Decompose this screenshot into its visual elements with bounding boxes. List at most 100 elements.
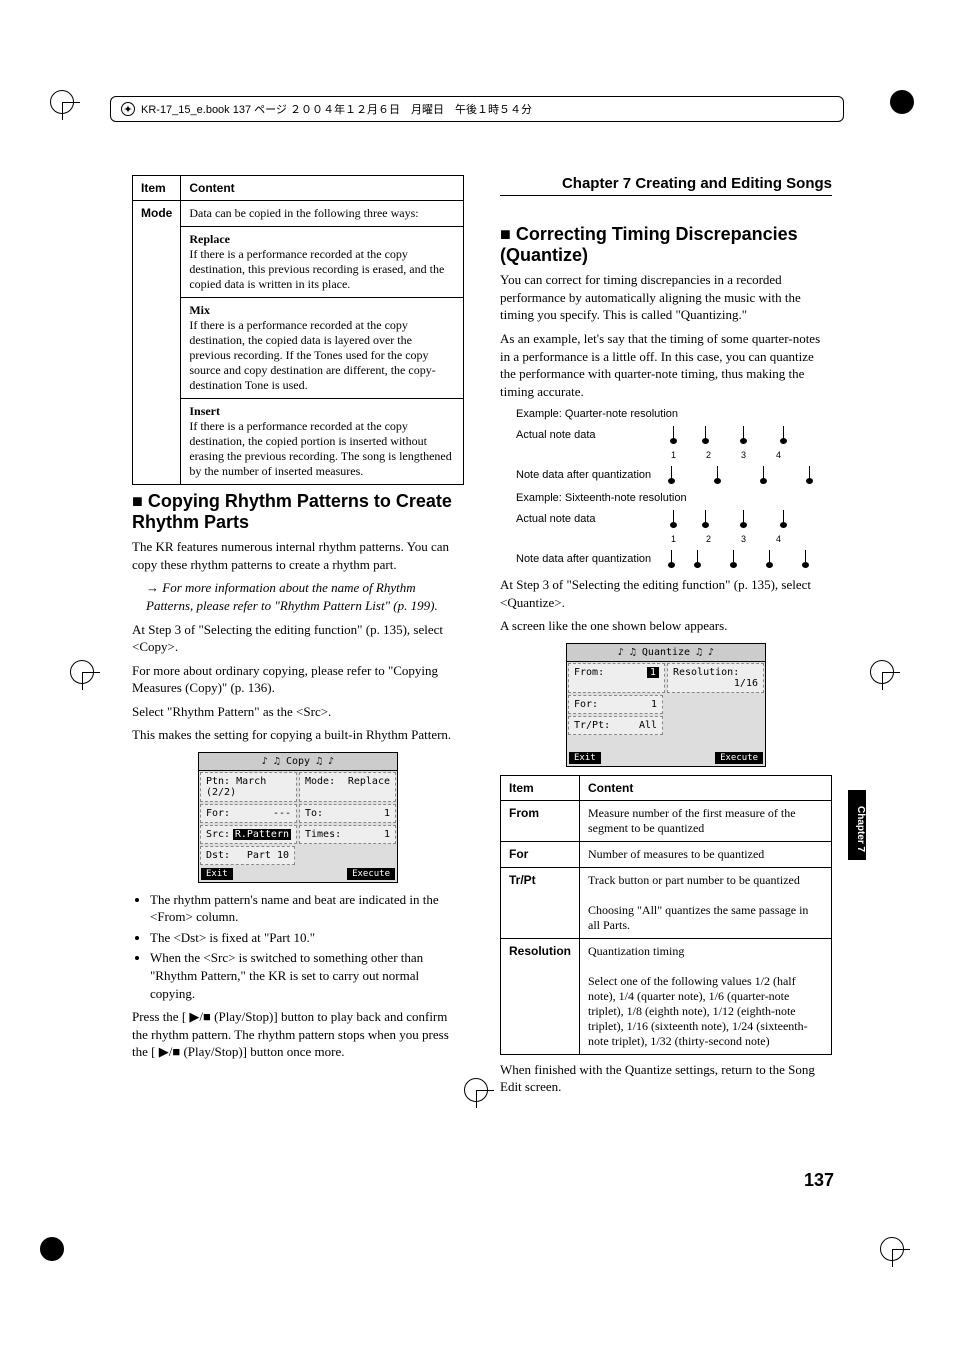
right-p5: When finished with the Quantize settings… xyxy=(500,1061,832,1096)
diag-notes-before-2 xyxy=(671,510,791,528)
qt-for-c: Number of measures to be quantized xyxy=(580,841,832,867)
mode-mix-body: If there is a performance recorded at th… xyxy=(189,318,435,392)
qt-res-c: Quantization timing Select one of the fo… xyxy=(580,938,832,1054)
mode-replace: Replace If there is a performance record… xyxy=(181,227,464,298)
diag-lab2: Note data after quantization xyxy=(516,469,671,481)
left-bullet-list: The rhythm pattern's name and beat are i… xyxy=(132,891,464,1002)
right-p2: As an example, let's say that the timing… xyxy=(500,330,832,400)
mode-mix: Mix If there is a performance recorded a… xyxy=(181,298,464,399)
section-bullet-icon: ■ xyxy=(132,491,148,511)
qt-tr-c1: Track button or part number to be quanti… xyxy=(588,873,800,887)
left-column: Item Content Mode Data can be copied in … xyxy=(132,175,464,1102)
left-bul2: The <Dst> is fixed at "Part 10." xyxy=(150,929,464,947)
copy-screen-title: ♪ ♫ Copy ♫ ♪ xyxy=(199,753,397,771)
header-text: KR-17_15_e.book 137 ページ ２００４年１２月６日 月曜日 午… xyxy=(141,101,532,117)
page-number: 137 xyxy=(804,1170,834,1191)
left-p3: For more about ordinary copying, please … xyxy=(132,662,464,697)
quantize-table: Item Content From Measure number of the … xyxy=(500,775,832,1055)
side-chapter-tab: Chapter 7 xyxy=(848,790,866,860)
left-p1: The KR features numerous internal rhythm… xyxy=(132,538,464,573)
mode-table-h1: Item xyxy=(133,176,181,201)
mode-replace-body: If there is a performance recorded at th… xyxy=(189,247,444,291)
qt-tr-c: Track button or part number to be quanti… xyxy=(580,867,832,938)
copy-for: For: --- xyxy=(200,804,297,823)
reg-mark-tr xyxy=(890,90,914,114)
diag-lab2b: Note data after quantization xyxy=(516,553,671,565)
page-content: Item Content Mode Data can be copied in … xyxy=(132,175,832,1102)
copy-exec-btn: Execute xyxy=(347,868,395,880)
copy-ptn: Ptn: March (2/2) xyxy=(200,772,297,802)
mode-mix-title: Mix xyxy=(189,303,210,317)
play-stop-icon: ▶/■ xyxy=(189,1009,210,1024)
copy-screen: ♪ ♫ Copy ♫ ♪ Ptn: March (2/2) Mode: Repl… xyxy=(198,752,398,883)
section-copy-rhythm: ■ Copying Rhythm Patterns to Create Rhyt… xyxy=(132,491,464,532)
print-header-bar: ✦ KR-17_15_e.book 137 ページ ２００４年１２月６日 月曜日… xyxy=(110,96,844,122)
copy-src: Src: R.Pattern xyxy=(200,825,297,844)
diag-notes-before-1 xyxy=(671,426,791,444)
qt-h2: Content xyxy=(580,775,832,800)
qt-res-l: Resolution xyxy=(501,938,580,1054)
qz-from: From: 1 xyxy=(568,663,665,693)
qz-for: For: 1 xyxy=(568,695,663,714)
copy-to: To: 1 xyxy=(299,804,396,823)
diag-ticks-1: 1234 xyxy=(671,450,832,460)
left-p4: Select "Rhythm Pattern" as the <Src>. xyxy=(132,703,464,721)
copy-times: Times: 1 xyxy=(299,825,396,844)
qz-tr: Tr/Pt: All xyxy=(568,716,663,735)
quantize-diagram-quarter: Example: Quarter-note resolution Actual … xyxy=(516,408,832,484)
right-p1: You can correct for timing discrepancies… xyxy=(500,271,832,324)
chapter-title: Chapter 7 Creating and Editing Songs xyxy=(500,175,832,196)
copy-mode: Mode: Replace xyxy=(299,772,396,802)
qt-from-l: From xyxy=(501,800,580,841)
reg-mark-br xyxy=(880,1237,904,1261)
section-quantize: ■ Correcting Timing Discrepancies (Quant… xyxy=(500,224,832,265)
left-bul1: The rhythm pattern's name and beat are i… xyxy=(150,891,464,926)
section-bullet-icon-2: ■ xyxy=(500,224,516,244)
qt-h1: Item xyxy=(501,775,580,800)
quantize-screen: ♪ ♫ Quantize ♫ ♪ From: 1 Resolution: 1/1… xyxy=(566,643,766,767)
mode-insert-title: Insert xyxy=(189,404,220,418)
mode-table-intro: Data can be copied in the following thre… xyxy=(181,201,464,227)
qz-exec-btn: Execute xyxy=(715,752,763,764)
mode-table: Item Content Mode Data can be copied in … xyxy=(132,175,464,485)
diag-notes-after-2 xyxy=(671,550,813,568)
diag-lab1: Actual note data xyxy=(516,429,671,441)
mode-table-h2: Content xyxy=(181,176,464,201)
left-note1: → For more information about the name of… xyxy=(132,579,464,614)
right-p3: At Step 3 of "Selecting the editing func… xyxy=(500,576,832,611)
reg-mark-tl xyxy=(50,90,74,114)
section-copy-rhythm-title: Copying Rhythm Patterns to Create Rhythm… xyxy=(132,491,452,532)
left-p5: This makes the setting for copying a bui… xyxy=(132,726,464,744)
quantize-diagram-sixteenth: Example: Sixteenth-note resolution Actua… xyxy=(516,492,832,568)
left-p2: At Step 3 of "Selecting the editing func… xyxy=(132,621,464,656)
section-quantize-title: Correcting Timing Discrepancies (Quantiz… xyxy=(500,224,798,265)
qt-tr-c2: Choosing "All" quantizes the same passag… xyxy=(588,903,808,932)
qt-res-c1: Quantization timing xyxy=(588,944,684,958)
qt-for-l: For xyxy=(501,841,580,867)
left-p6: Press the [ ▶/■ (Play/Stop)] button to p… xyxy=(132,1008,464,1061)
mode-insert: Insert If there is a performance recorde… xyxy=(181,399,464,485)
qz-exit-btn: Exit xyxy=(569,752,601,764)
reg-mark-ml xyxy=(70,660,94,684)
qz-res: Resolution: 1/16 xyxy=(667,663,764,693)
mode-insert-body: If there is a performance recorded at th… xyxy=(189,419,451,478)
copy-exit-btn: Exit xyxy=(201,868,233,880)
mode-table-label: Mode xyxy=(133,201,181,485)
header-icon: ✦ xyxy=(121,102,135,116)
reg-mark-bl xyxy=(40,1237,64,1261)
left-bul3: When the <Src> is switched to something … xyxy=(150,949,464,1002)
diag-ticks-2: 1234 xyxy=(671,534,832,544)
diag-notes-after-1 xyxy=(671,466,817,484)
diag-ex1: Example: Quarter-note resolution xyxy=(516,408,832,420)
qt-res-c2: Select one of the following values 1/2 (… xyxy=(588,974,808,1048)
right-p4: A screen like the one shown below appear… xyxy=(500,617,832,635)
right-column: Chapter 7 Creating and Editing Songs ■ C… xyxy=(500,175,832,1102)
copy-dst: Dst: Part 10 xyxy=(200,846,295,865)
qt-from-c: Measure number of the first measure of t… xyxy=(580,800,832,841)
diag-ex2: Example: Sixteenth-note resolution xyxy=(516,492,832,504)
mode-replace-title: Replace xyxy=(189,232,230,246)
diag-lab1b: Actual note data xyxy=(516,513,671,525)
reg-mark-mr xyxy=(870,660,894,684)
play-stop-icon-2: ▶/■ xyxy=(159,1044,180,1059)
quantize-screen-title: ♪ ♫ Quantize ♫ ♪ xyxy=(567,644,765,662)
